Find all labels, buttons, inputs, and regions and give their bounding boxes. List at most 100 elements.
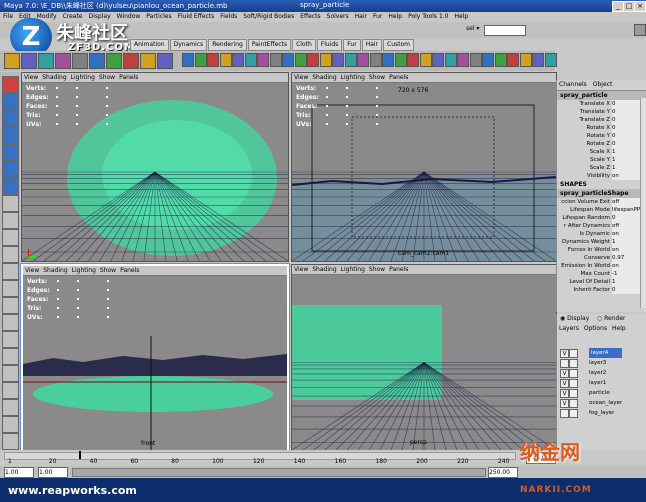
tool-icon[interactable]	[2, 93, 19, 110]
channel-row[interactable]: Rotate Z0	[557, 140, 646, 148]
viewport-bottom-left[interactable]: View Shading Lighting Show Panels Verts: Edge…	[20, 263, 290, 454]
channel-value[interactable]: on	[612, 230, 642, 238]
toggle-channelbox-icon[interactable]	[634, 24, 646, 36]
shelf-tool-icon[interactable]	[294, 53, 307, 67]
tool-icon[interactable]	[2, 161, 19, 178]
shelf-tool-icon[interactable]	[357, 53, 369, 67]
channel-row[interactable]: Scale X1	[557, 148, 646, 156]
shelf-tool-icon[interactable]	[307, 53, 319, 67]
viewport-menu-panels[interactable]: Panels	[118, 266, 141, 275]
layer-template-toggle[interactable]	[569, 379, 578, 388]
shelf-tool-icon[interactable]	[106, 53, 122, 69]
layer-template-toggle[interactable]	[569, 359, 578, 368]
tab-fur[interactable]: Fur	[343, 39, 361, 51]
tool-icon[interactable]	[2, 76, 19, 93]
channel-value[interactable]: 0	[612, 214, 642, 222]
tool-icon[interactable]	[2, 280, 19, 297]
viewport-menu-view[interactable]: View	[22, 73, 40, 82]
menu-fur[interactable]: Fur	[370, 12, 385, 22]
viewport-menu-shading[interactable]: Shading	[40, 73, 68, 82]
layer-row[interactable]: Vlayer1	[557, 378, 646, 388]
shelf-tool-icon[interactable]	[282, 53, 294, 67]
channel-menu-channels[interactable]: Channels	[559, 81, 587, 88]
channel-row[interactable]: Rotate X0	[557, 124, 646, 132]
channel-row[interactable]: Level Of Detail 1	[557, 278, 646, 286]
viewport-menu-view[interactable]: View	[292, 265, 310, 274]
viewport-menu-lighting[interactable]: Lighting	[339, 265, 367, 274]
tab-custom[interactable]: Custom	[383, 39, 415, 51]
shelf-tool-icon[interactable]	[140, 53, 156, 69]
current-frame-marker[interactable]	[79, 451, 82, 459]
channel-value[interactable]: 0	[612, 140, 642, 148]
channel-row[interactable]: Scale Y1	[557, 156, 646, 164]
shelf-tool-icon[interactable]	[532, 53, 544, 67]
viewport-menu-panels[interactable]: Panels	[387, 73, 410, 82]
viewport-menu-shading[interactable]: Shading	[310, 73, 338, 82]
viewport-menu-panels[interactable]: Panels	[117, 73, 140, 82]
channel-row[interactable]: Max Count -1	[557, 270, 646, 278]
channel-row[interactable]: Dynamics Weight 1	[557, 238, 646, 246]
shelf-tool-icon[interactable]	[38, 53, 54, 69]
tool-icon[interactable]	[2, 365, 19, 382]
shelf-tool-icon[interactable]	[194, 53, 207, 67]
shelf-tool-icon[interactable]	[507, 53, 519, 67]
layer-menu-options[interactable]: Options	[584, 325, 607, 332]
shelf-tool-icon[interactable]	[232, 53, 244, 67]
shelf-tool-icon[interactable]	[55, 53, 71, 69]
channel-row[interactable]: Lifespan Mode lifespanPP o	[557, 206, 646, 214]
tool-icon[interactable]	[2, 348, 19, 365]
sel-input[interactable]	[484, 25, 526, 36]
layer-template-toggle[interactable]	[569, 369, 578, 378]
shelf-tool-icon[interactable]	[494, 53, 507, 67]
channel-value[interactable]: off	[612, 222, 642, 230]
tool-icon[interactable]	[2, 433, 19, 450]
shelf-tool-icon[interactable]	[207, 53, 219, 67]
channel-value[interactable]: on	[612, 246, 642, 254]
menu-poly-tools-1-0[interactable]: Poly Tools 1.0	[405, 12, 451, 22]
viewport-bottom-right[interactable]: View Shading Lighting Show Panels persp	[291, 264, 557, 451]
shelf-tool-icon[interactable]	[544, 53, 557, 67]
tool-icon[interactable]	[2, 127, 19, 144]
shelf-tool-icon[interactable]	[482, 53, 494, 67]
menu-solvers[interactable]: Solvers	[324, 12, 352, 22]
tool-icon[interactable]	[2, 331, 19, 348]
layer-visibility-toggle[interactable]: V	[560, 369, 569, 378]
channel-value[interactable]: 1	[612, 164, 642, 172]
channel-value[interactable]: 1	[612, 148, 642, 156]
shelf-tool-icon[interactable]	[319, 53, 332, 67]
shelf-tool-icon[interactable]	[394, 53, 407, 67]
channel-value[interactable]: -1	[612, 270, 642, 278]
layer-template-toggle[interactable]	[569, 389, 578, 398]
channel-row[interactable]: Lifespan Random 0	[557, 214, 646, 222]
tool-icon[interactable]	[2, 399, 19, 416]
viewport-top-left[interactable]: View Shading Lighting Show Panels Verts: Edge…	[21, 72, 289, 262]
shelf-tool-icon[interactable]	[469, 53, 482, 67]
sel-dropdown[interactable]: sel ▾	[466, 25, 479, 32]
layer-menu-help[interactable]: Help	[612, 325, 626, 332]
channel-row[interactable]: Rotate Y0	[557, 132, 646, 140]
viewport-menu-lighting[interactable]: Lighting	[339, 73, 367, 82]
layer-template-toggle[interactable]	[569, 349, 578, 358]
channel-row[interactable]: Inherit Factor 0	[557, 286, 646, 294]
time-slider[interactable]: 1 20 40 60 80 100 120 140 160 180 200 220 240	[0, 450, 520, 466]
shelf-tool-icon[interactable]	[519, 53, 532, 67]
viewport-top-right[interactable]: View Shading Lighting Show Panels Verts: Edge…	[291, 72, 557, 262]
channel-value[interactable]: 1	[612, 278, 642, 286]
shelf-tool-icon[interactable]	[4, 53, 20, 69]
tab-hair[interactable]: Hair	[361, 39, 383, 51]
menu-fields[interactable]: Fields	[217, 12, 240, 22]
range-start-field[interactable]: 1.00	[38, 467, 68, 478]
viewport-menu-lighting[interactable]: Lighting	[69, 73, 97, 82]
viewport-menu-shading[interactable]: Shading	[41, 266, 69, 275]
menu-hair[interactable]: Hair	[352, 12, 370, 22]
channel-value[interactable]: 0.97	[612, 254, 642, 262]
layer-visibility-toggle[interactable]	[560, 409, 569, 418]
tool-icon[interactable]	[2, 314, 19, 331]
channel-value[interactable]: lifespanPP o	[612, 206, 645, 214]
channel-row[interactable]: Conserve 0.97	[557, 254, 646, 262]
shelf-tool-icon[interactable]	[21, 53, 37, 69]
channel-value[interactable]: 0	[612, 124, 642, 132]
layer-row[interactable]: Vlayer2	[557, 368, 646, 378]
shelf-tool-icon[interactable]	[432, 53, 444, 67]
layer-visibility-toggle[interactable]: V	[560, 379, 569, 388]
